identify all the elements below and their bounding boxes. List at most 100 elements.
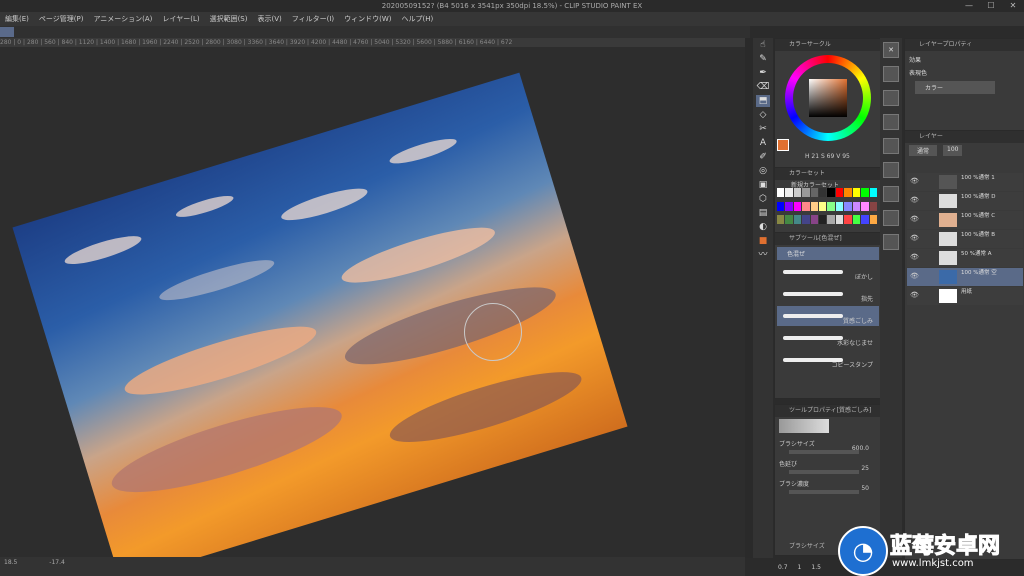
layer-row-selected[interactable]: 👁 100 %通常 空 [907, 268, 1023, 286]
layer-row[interactable]: 👁 用紙 [907, 287, 1023, 305]
color-swatch[interactable] [844, 201, 852, 211]
blend-tool-icon[interactable]: ⬒ [756, 95, 770, 107]
shape-tool-icon[interactable]: ⬡ [756, 193, 770, 205]
color-swatch[interactable] [810, 188, 819, 197]
color-swatch[interactable] [777, 201, 785, 211]
menu-animation[interactable]: アニメーション(A) [88, 14, 157, 24]
color-swatch[interactable] [793, 201, 802, 211]
color-swatch[interactable] [852, 201, 861, 211]
color-swatch[interactable] [844, 188, 852, 197]
brush-size-value[interactable]: 600.0 [852, 445, 869, 452]
item-bank-icon[interactable] [883, 210, 899, 226]
selection-tool-icon[interactable]: ✂ [756, 123, 770, 135]
layer-search-icon[interactable] [883, 162, 899, 178]
saturation-value-square[interactable] [809, 79, 847, 117]
ruler-tool-icon[interactable]: ◐ [756, 221, 770, 233]
layer-row[interactable]: 👁 50 %通常 A [907, 249, 1023, 267]
eye-icon[interactable]: 👁 [910, 177, 919, 185]
material-icon[interactable] [883, 114, 899, 130]
info-icon[interactable] [883, 234, 899, 250]
menu-window[interactable]: ウィンドウ(W) [339, 14, 396, 24]
color-swatch[interactable] [861, 215, 869, 225]
eye-icon[interactable]: 👁 [910, 253, 919, 261]
pen-tool-icon[interactable]: ✎ [756, 53, 770, 65]
color-swatch[interactable] [802, 188, 810, 197]
sub-view-icon[interactable] [883, 90, 899, 106]
navigator-icon[interactable] [883, 66, 899, 82]
color-swatch[interactable] [819, 215, 827, 225]
color-swatch[interactable] [777, 215, 785, 225]
gradient-tool-icon[interactable]: ▤ [756, 207, 770, 219]
eye-icon[interactable]: 👁 [910, 196, 919, 204]
color-swatch[interactable] [793, 215, 802, 225]
hand-tool-icon[interactable]: ☝ [756, 39, 770, 51]
eraser-tool-icon[interactable]: ⌫ [756, 81, 770, 93]
color-swatch[interactable] [861, 201, 869, 211]
canvas-area[interactable] [0, 47, 745, 557]
color-swatch[interactable] [785, 201, 793, 211]
brush-size-row[interactable]: ブラシサイズ 600.0 [779, 439, 877, 457]
color-swatch[interactable] [802, 201, 810, 211]
main-color-swatch-icon[interactable]: ■ [756, 235, 770, 247]
color-swatch[interactable] [827, 215, 835, 225]
color-stretch-row[interactable]: 色延び 25 [779, 459, 877, 477]
color-swatch[interactable] [793, 188, 802, 197]
opacity-value[interactable]: 100 [943, 145, 963, 156]
rotation-value[interactable]: -17.4 [49, 559, 65, 566]
color-stretch-value[interactable]: 25 [861, 465, 869, 472]
color-swatch[interactable] [810, 215, 819, 225]
subtool-group-tab[interactable]: 色混ぜ [777, 247, 879, 260]
maximize-button[interactable]: ☐ [980, 0, 1002, 12]
brush-tool-icon[interactable]: ✒ [756, 67, 770, 79]
brush-size-preset[interactable]: 1.5 [811, 564, 821, 571]
hue-ring[interactable] [785, 55, 871, 141]
zoom-value[interactable]: 18.5 [4, 559, 17, 566]
color-swatch[interactable] [819, 201, 827, 211]
expression-color-select[interactable]: カラー [915, 81, 995, 94]
color-swatch[interactable] [861, 188, 869, 197]
layer-row[interactable]: 👁 100 %通常 B [907, 230, 1023, 248]
vertical-scrollbar[interactable] [745, 38, 753, 558]
frame-tool-icon[interactable]: ▣ [756, 179, 770, 191]
color-swatch[interactable] [802, 215, 810, 225]
main-color-swatch[interactable] [777, 139, 789, 151]
text-tool-icon[interactable]: A [756, 137, 770, 149]
color-swatch[interactable] [869, 188, 877, 197]
color-swatch[interactable] [869, 215, 877, 225]
brush-density-value[interactable]: 50 [861, 485, 869, 492]
eye-icon[interactable]: 👁 [910, 234, 919, 242]
color-swatch[interactable] [844, 215, 852, 225]
line-tool-icon[interactable]: ✐ [756, 151, 770, 163]
animation-icon[interactable] [883, 186, 899, 202]
color-swatch[interactable] [777, 188, 785, 197]
menu-page[interactable]: ページ管理(P) [34, 14, 89, 24]
color-swatch[interactable] [869, 201, 877, 211]
brush-copy-stamp[interactable]: コピースタンプ [777, 350, 879, 370]
color-swatch[interactable] [852, 188, 861, 197]
stroke-icon[interactable]: 〰 [756, 249, 770, 261]
color-swatch[interactable] [819, 188, 827, 197]
color-swatch[interactable] [785, 188, 793, 197]
color-swatch[interactable] [827, 188, 835, 197]
history-icon[interactable] [883, 138, 899, 154]
blend-mode-select[interactable]: 通常 [909, 145, 938, 156]
eye-icon[interactable]: 👁 [910, 291, 919, 299]
menu-layer[interactable]: レイヤー(L) [157, 14, 204, 24]
menu-help[interactable]: ヘルプ(H) [397, 14, 439, 24]
menu-filter[interactable]: フィルター(I) [287, 14, 339, 24]
color-swatch[interactable] [810, 201, 819, 211]
layer-row[interactable]: 👁 100 %通常 1 [907, 173, 1023, 191]
artwork-canvas[interactable] [12, 72, 628, 557]
brush-density-row[interactable]: ブラシ濃度 50 [779, 479, 877, 497]
brush-size-preset[interactable]: 1 [798, 564, 802, 571]
menu-edit[interactable]: 編集(E) [0, 14, 34, 24]
close-panel-icon[interactable]: ✕ [883, 42, 899, 58]
brush-textured-blend[interactable]: 質感ごしみ [777, 306, 879, 326]
fill-tool-icon[interactable]: ◇ [756, 109, 770, 121]
eye-icon[interactable]: 👁 [910, 272, 919, 280]
circle-tool-icon[interactable]: ◎ [756, 165, 770, 177]
brush-size-preset[interactable]: 0.7 [778, 564, 788, 571]
document-tab[interactable] [0, 27, 14, 37]
minimize-button[interactable]: — [958, 0, 980, 12]
close-button[interactable]: ✕ [1002, 0, 1024, 12]
